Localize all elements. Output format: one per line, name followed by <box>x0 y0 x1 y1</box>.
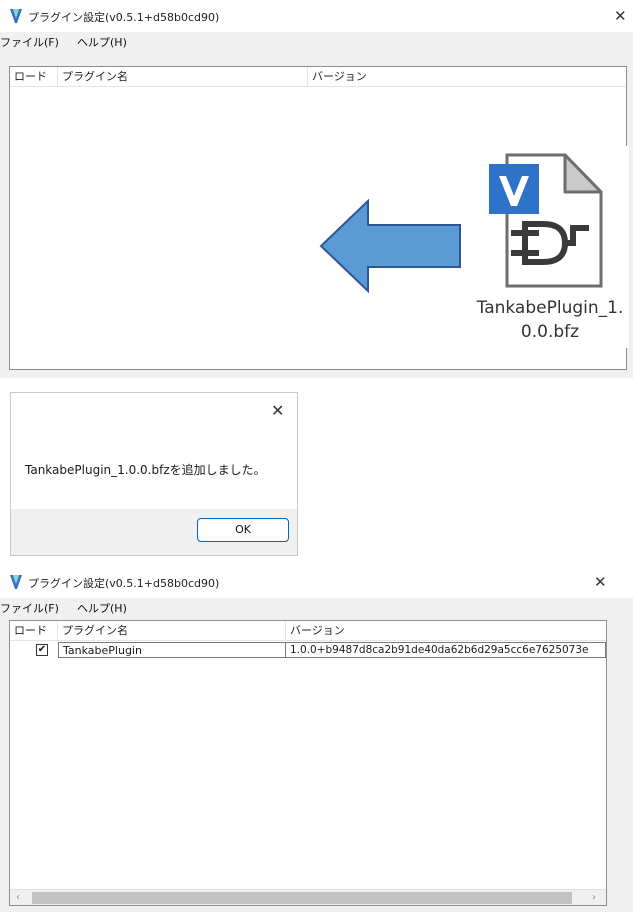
column-load[interactable]: ロード <box>10 621 58 641</box>
plugin-settings-window-after: プラグイン設定(v0.5.1+d58b0cd90) ✕ ファイル(F) ヘルプ(… <box>0 566 633 912</box>
column-version[interactable]: バージョン <box>286 621 606 641</box>
menu-file[interactable]: ファイル(F) <box>0 34 59 50</box>
close-icon[interactable]: ✕ <box>271 403 284 419</box>
window-title: プラグイン設定(v0.5.1+d58b0cd90) <box>28 11 220 24</box>
plugin-version-cell[interactable]: 1.0.0+b9487d8ca2b91de40da62b6d29a5cc6e76… <box>286 642 606 658</box>
menu-help[interactable]: ヘルプ(H) <box>77 34 127 50</box>
message-body: ✕ TankabePlugin_1.0.0.bfzを追加しました。 <box>11 393 297 509</box>
plugin-settings-window-before: プラグイン設定(v0.5.1+d58b0cd90) ✕ ファイル(F) ヘルプ(… <box>0 0 633 378</box>
table-row[interactable]: ✔ TankabePlugin 1.0.0+b9487d8ca2b91de40d… <box>10 642 606 658</box>
column-plugin-name[interactable]: プラグイン名 <box>58 67 308 87</box>
ok-button[interactable]: OK <box>197 518 289 542</box>
horizontal-scrollbar[interactable]: ‹ › <box>10 889 606 905</box>
menu-bar: ファイル(F) ヘルプ(H) <box>0 598 633 616</box>
file-name-line1: TankabePlugin_1. <box>476 298 624 318</box>
message-dialog: ✕ TankabePlugin_1.0.0.bfzを追加しました。 OK <box>10 392 298 556</box>
plugin-file-icon <box>489 153 603 288</box>
window-title: プラグイン設定(v0.5.1+d58b0cd90) <box>28 577 220 590</box>
close-icon[interactable]: ✕ <box>614 9 627 24</box>
menu-file[interactable]: ファイル(F) <box>0 600 59 616</box>
menu-help[interactable]: ヘルプ(H) <box>77 600 127 616</box>
column-plugin-name[interactable]: プラグイン名 <box>58 621 286 641</box>
plugin-list[interactable]: ロード プラグイン名 バージョン ✔ TankabePlugin 1.0.0+b… <box>9 620 607 906</box>
message-text: TankabePlugin_1.0.0.bfzを追加しました。 <box>25 463 266 477</box>
drop-arrow-icon <box>319 198 461 294</box>
plugin-name-cell[interactable]: TankabePlugin <box>58 642 286 658</box>
app-logo-icon <box>10 9 22 23</box>
column-load[interactable]: ロード <box>10 67 58 87</box>
scroll-left-icon[interactable]: ‹ <box>16 892 20 903</box>
title-bar[interactable]: プラグイン設定(v0.5.1+d58b0cd90) ✕ <box>0 566 633 598</box>
close-icon[interactable]: ✕ <box>594 575 607 590</box>
title-bar[interactable]: プラグイン設定(v0.5.1+d58b0cd90) ✕ <box>0 0 633 32</box>
list-header: ロード プラグイン名 バージョン <box>10 67 626 87</box>
load-checkbox[interactable]: ✔ <box>36 644 48 656</box>
column-version[interactable]: バージョン <box>308 67 548 87</box>
file-name-line2: 0.0.bfz <box>520 322 580 342</box>
list-header: ロード プラグイン名 バージョン <box>10 621 606 641</box>
app-logo-icon <box>10 575 22 589</box>
menu-bar: ファイル(F) ヘルプ(H) <box>0 32 633 50</box>
scroll-right-icon[interactable]: › <box>592 892 596 903</box>
scrollbar-thumb[interactable] <box>32 892 572 904</box>
plugin-file-card[interactable]: TankabePlugin_1. 0.0.bfz <box>471 146 629 348</box>
